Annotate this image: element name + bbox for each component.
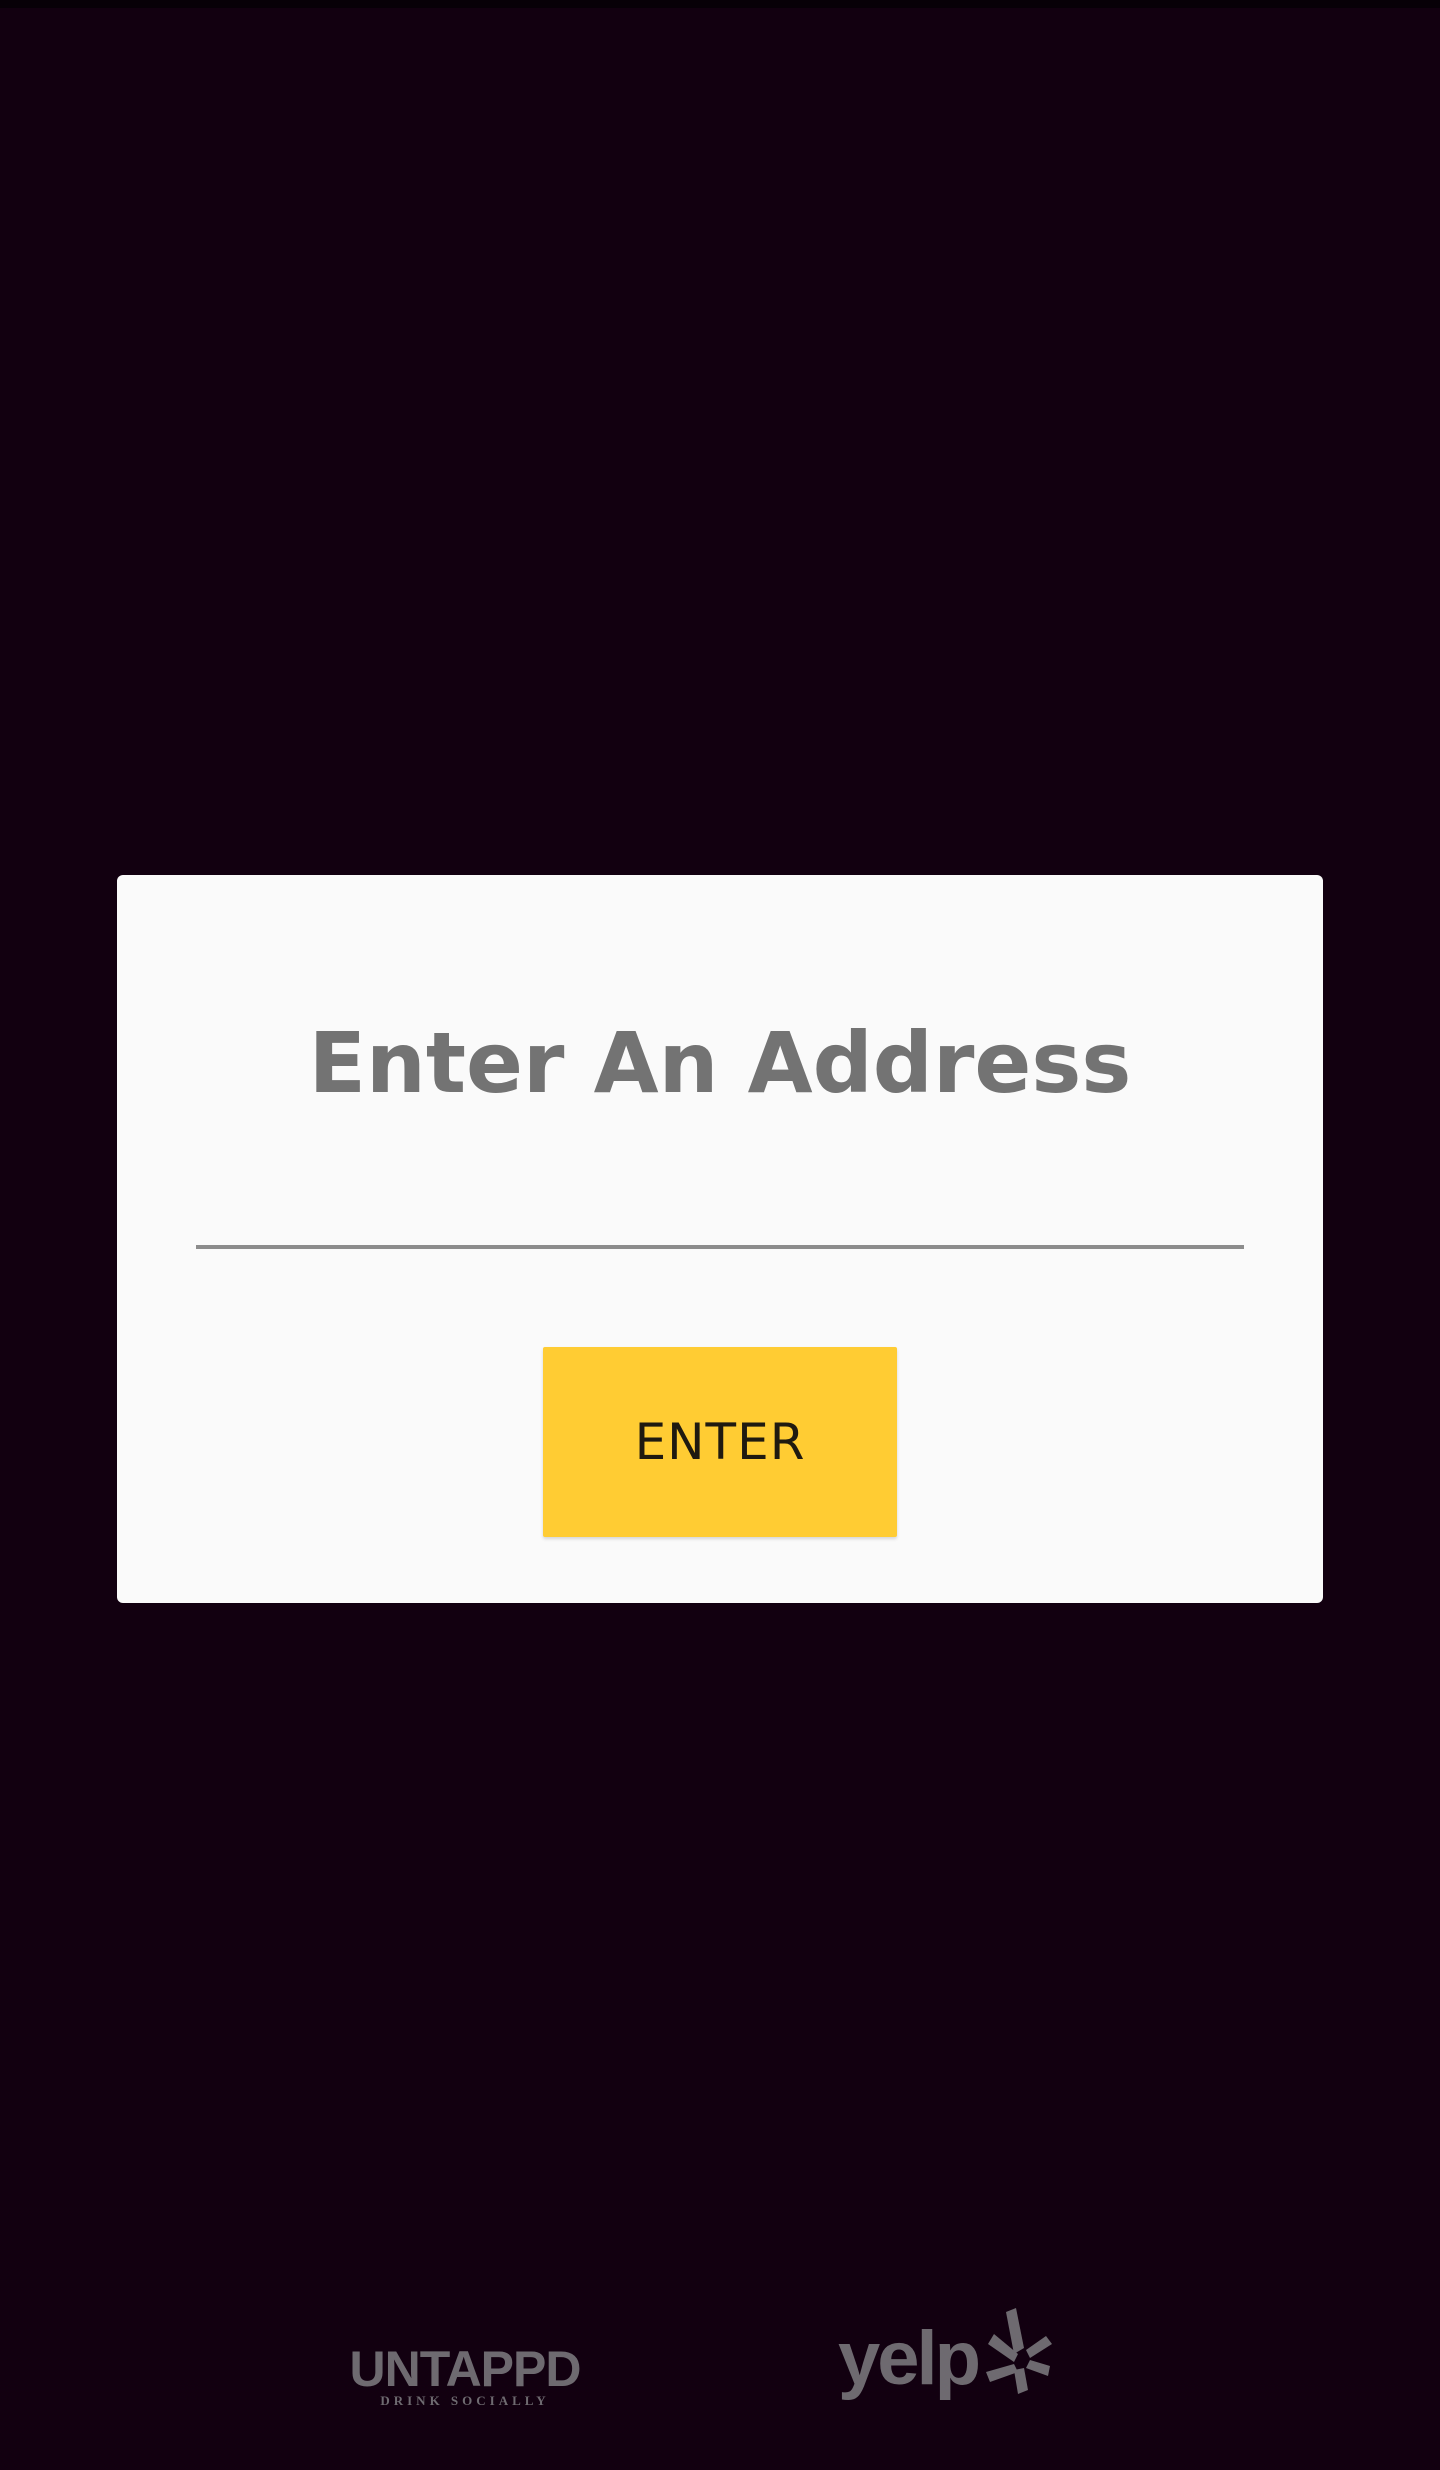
- untappd-logo-icon: UNTAPPD DRINK SOCIALLY: [340, 2341, 590, 2408]
- address-dialog: Enter An Address ENTER: [117, 875, 1323, 1603]
- svg-text:DRINK SOCIALLY: DRINK SOCIALLY: [380, 2393, 549, 2408]
- address-input[interactable]: [196, 1175, 1244, 1249]
- status-bar: [0, 0, 1440, 8]
- svg-text:yelp: yelp: [838, 2316, 979, 2401]
- svg-text:UNTAPPD: UNTAPPD: [350, 2342, 581, 2397]
- enter-button[interactable]: ENTER: [543, 1347, 897, 1537]
- yelp-logo-icon: yelp: [838, 2304, 1064, 2408]
- dialog-title: Enter An Address: [308, 1014, 1132, 1112]
- address-screen: Enter An Address ENTER UNTAPPD DRINK SOC…: [0, 0, 1440, 2470]
